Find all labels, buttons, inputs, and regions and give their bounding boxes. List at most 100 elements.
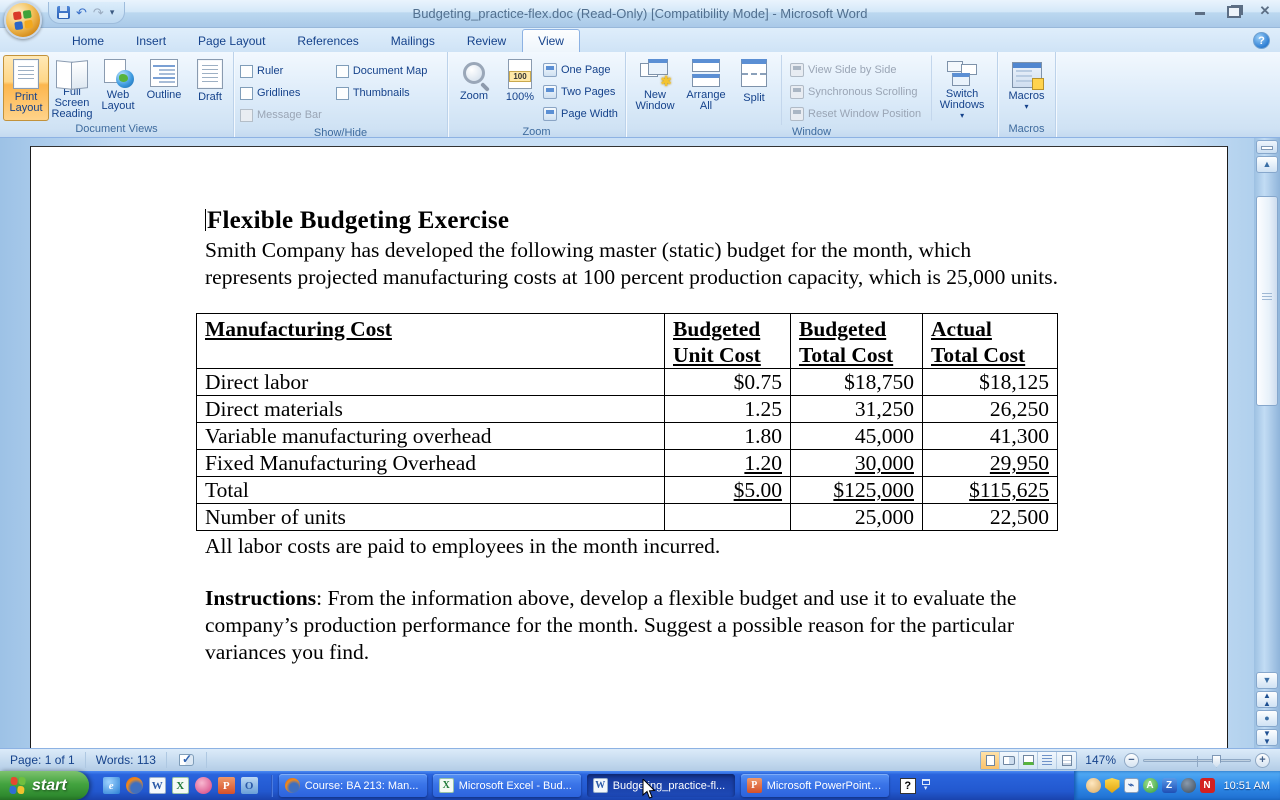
macros-dropdown-icon: ▾ bbox=[1024, 103, 1028, 111]
reset-window-position-button: Reset Window Position bbox=[790, 103, 921, 125]
scrollbar-thumb[interactable] bbox=[1256, 196, 1278, 406]
antivirus-icon[interactable]: A bbox=[1143, 778, 1158, 793]
one-page-button[interactable]: One Page bbox=[543, 59, 618, 81]
switch-windows-dropdown-icon: ▾ bbox=[960, 112, 964, 120]
zoom-slider-thumb[interactable] bbox=[1212, 755, 1221, 768]
full-screen-reading-button[interactable]: Full Screen Reading bbox=[49, 55, 95, 121]
outlook-express-icon[interactable]: O bbox=[241, 777, 258, 794]
tab-references[interactable]: References bbox=[281, 29, 374, 52]
access-icon[interactable] bbox=[195, 777, 212, 794]
zoom-slider-track[interactable] bbox=[1143, 759, 1251, 762]
document-map-checkbox-row[interactable]: Document Map bbox=[336, 60, 428, 82]
gridlines-checkbox-row[interactable]: Gridlines bbox=[240, 82, 322, 104]
word-count[interactable]: Words: 113 bbox=[86, 752, 167, 768]
synchronous-scrolling-icon bbox=[790, 85, 804, 99]
close-button[interactable]: ✕ bbox=[1258, 4, 1272, 18]
outline-button[interactable]: Outline bbox=[141, 55, 187, 121]
group-label-document-views: Document Views bbox=[0, 122, 233, 137]
zoom-level[interactable]: 147% bbox=[1085, 753, 1116, 767]
two-pages-button[interactable]: Two Pages bbox=[543, 81, 618, 103]
web-layout-button[interactable]: Web Layout bbox=[95, 55, 141, 121]
tab-page-layout[interactable]: Page Layout bbox=[182, 29, 281, 52]
help-icon[interactable]: ? bbox=[1253, 32, 1270, 49]
switch-windows-button[interactable]: Switch Windows ▾ bbox=[931, 55, 993, 121]
zoom-in-button[interactable]: + bbox=[1255, 753, 1270, 768]
message-bar-checkbox-row: Message Bar bbox=[240, 104, 322, 126]
split-button[interactable]: Split bbox=[731, 55, 777, 121]
zoom-out-button[interactable]: − bbox=[1124, 753, 1139, 768]
reset-window-position-icon bbox=[790, 107, 804, 121]
restore-button[interactable] bbox=[1226, 4, 1240, 18]
internet-explorer-icon[interactable]: e bbox=[103, 777, 120, 794]
table-row: Direct labor $0.75 $18,750 $18,125 bbox=[197, 369, 1058, 396]
draft-button[interactable]: Draft bbox=[187, 55, 233, 121]
message-bar-checkbox bbox=[240, 109, 253, 122]
document-map-checkbox[interactable] bbox=[336, 65, 349, 78]
print-layout-button[interactable]: Print Layout bbox=[3, 55, 49, 121]
group-show-hide: Ruler Gridlines Message Bar bbox=[234, 52, 448, 137]
excel-quicklaunch-icon[interactable]: X bbox=[172, 777, 189, 794]
volume-icon[interactable] bbox=[1181, 778, 1196, 793]
task-button-word-active[interactable]: W Budgeting_practice-fl... bbox=[587, 774, 735, 797]
tab-view[interactable]: View bbox=[522, 29, 580, 52]
start-button[interactable]: start bbox=[0, 771, 89, 800]
zoom-100-button[interactable]: 100 100% bbox=[497, 55, 543, 121]
task-button-excel[interactable]: X Microsoft Excel - Bud... bbox=[433, 774, 581, 797]
norton-icon[interactable]: N bbox=[1200, 778, 1215, 793]
group-label-window: Window bbox=[626, 125, 997, 139]
firefox-icon[interactable] bbox=[126, 777, 143, 794]
vertical-scrollbar[interactable]: ▲ ▼ ▲▲ ● ▼▼ bbox=[1254, 138, 1280, 748]
thumbnails-checkbox-row[interactable]: Thumbnails bbox=[336, 82, 428, 104]
new-window-button[interactable]: ✱ New Window bbox=[629, 55, 681, 121]
previous-page-button[interactable]: ▲▲ bbox=[1256, 691, 1278, 708]
language-bar-restore-icon[interactable]: ▾ bbox=[922, 779, 930, 792]
word-quicklaunch-icon[interactable]: W bbox=[149, 777, 166, 794]
security-shield-icon[interactable] bbox=[1105, 778, 1120, 793]
minimize-button[interactable] bbox=[1194, 4, 1208, 18]
scroll-up-button[interactable]: ▲ bbox=[1256, 156, 1278, 173]
ruler-checkbox-row[interactable]: Ruler bbox=[240, 60, 322, 82]
print-layout-view-button[interactable] bbox=[981, 752, 1000, 769]
z-app-icon[interactable]: Z bbox=[1162, 778, 1177, 793]
gridlines-checkbox[interactable] bbox=[240, 87, 253, 100]
zoom-100-icon: 100 bbox=[508, 59, 532, 89]
taskbar-clock[interactable]: 10:51 AM bbox=[1224, 780, 1270, 792]
web-layout-view-button[interactable] bbox=[1019, 752, 1038, 769]
header-budgeted-unit-cost: BudgetedUnit Cost bbox=[665, 314, 791, 369]
macros-button[interactable]: Macros ▾ bbox=[1002, 55, 1052, 121]
ruler-checkbox[interactable] bbox=[240, 65, 253, 78]
powerpoint-quicklaunch-icon[interactable]: P bbox=[218, 777, 235, 794]
tab-insert[interactable]: Insert bbox=[120, 29, 182, 52]
office-button[interactable] bbox=[4, 1, 42, 39]
document-area: Flexible Budgeting Exercise Smith Compan… bbox=[0, 138, 1280, 748]
page-indicator[interactable]: Page: 1 of 1 bbox=[0, 752, 86, 768]
scroll-down-button[interactable]: ▼ bbox=[1256, 672, 1278, 689]
draft-view-button[interactable] bbox=[1057, 752, 1076, 769]
tab-review[interactable]: Review bbox=[451, 29, 522, 52]
task-button-powerpoint[interactable]: P Microsoft PowerPoint ... bbox=[741, 774, 889, 797]
mouse-cursor bbox=[638, 779, 656, 800]
select-browse-object-button[interactable]: ● bbox=[1256, 710, 1278, 727]
full-screen-reading-view-button[interactable] bbox=[1000, 752, 1019, 769]
outline-icon bbox=[150, 59, 178, 87]
outline-view-button[interactable] bbox=[1038, 752, 1057, 769]
zoom-slider: − + bbox=[1124, 753, 1270, 768]
language-bar-help-icon[interactable]: ? bbox=[900, 778, 916, 794]
split-icon bbox=[741, 59, 767, 87]
tab-mailings[interactable]: Mailings bbox=[375, 29, 451, 52]
proofing-status[interactable] bbox=[167, 752, 207, 768]
messenger-icon[interactable] bbox=[1086, 778, 1101, 793]
tools-icon[interactable]: ⌁ bbox=[1124, 778, 1139, 793]
document-page[interactable]: Flexible Budgeting Exercise Smith Compan… bbox=[30, 146, 1228, 748]
zoom-button[interactable]: Zoom bbox=[451, 55, 497, 121]
thumbnails-checkbox[interactable] bbox=[336, 87, 349, 100]
ribbon-tab-strip: Home Insert Page Layout References Maili… bbox=[0, 28, 1280, 52]
tab-home[interactable]: Home bbox=[56, 29, 120, 52]
arrange-all-button[interactable]: Arrange All bbox=[681, 55, 731, 121]
page-width-button[interactable]: Page Width bbox=[543, 103, 618, 125]
intro-paragraph: Smith Company has developed the followin… bbox=[205, 237, 1059, 291]
task-button-firefox-course[interactable]: Course: BA 213: Man... bbox=[279, 774, 427, 797]
ruler-toggle-button[interactable] bbox=[1256, 140, 1278, 154]
instructions-paragraph: Instructions: From the information above… bbox=[205, 585, 1065, 666]
next-page-button[interactable]: ▼▼ bbox=[1256, 729, 1278, 746]
